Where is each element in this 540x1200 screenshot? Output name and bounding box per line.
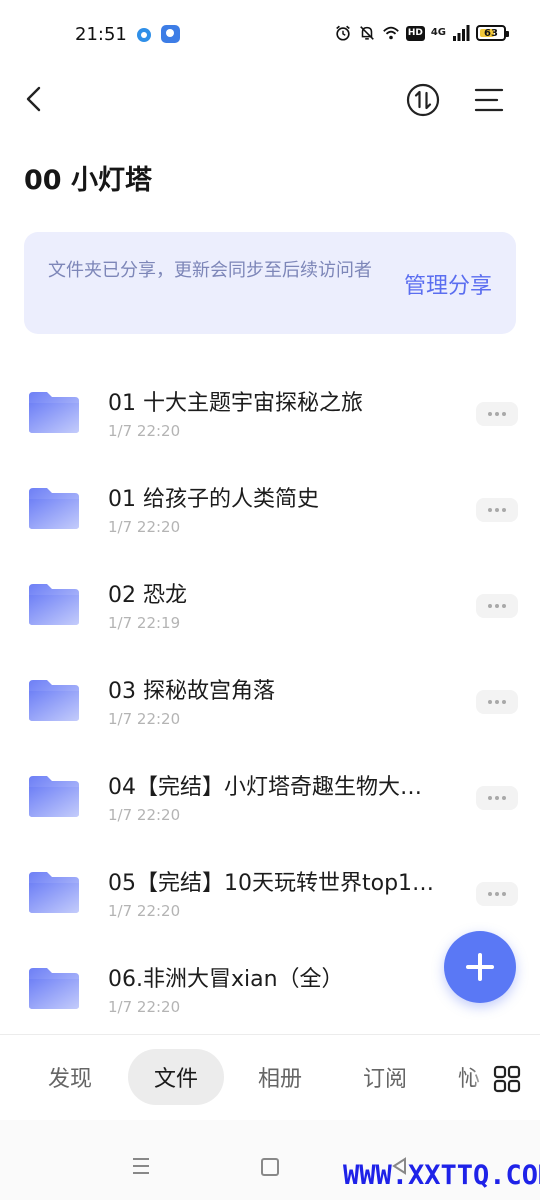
folder-name: 06.非洲大冒xian（全）: [108, 967, 344, 992]
grid-icon[interactable]: [493, 1065, 521, 1093]
alarm-icon: [335, 25, 350, 41]
more-options-button[interactable]: [476, 786, 518, 810]
folder-date: 1/7 22:20: [108, 422, 181, 440]
folder-name: 01 给孩子的人类简史: [108, 487, 319, 512]
dot-icon: [502, 508, 506, 512]
more-options-button[interactable]: [476, 882, 518, 906]
folder-date: 1/7 22:20: [108, 806, 181, 824]
dot-icon: [495, 892, 499, 896]
dot-icon: [502, 412, 506, 416]
dot-icon: [495, 796, 499, 800]
folder-name: 05【完结】10天玩转世界top1…: [108, 871, 435, 896]
dot-icon: [488, 700, 492, 704]
folder-icon: [29, 584, 79, 625]
folder-icon: [29, 488, 79, 529]
folder-row[interactable]: 03 探秘故宫角落 1/7 22:20: [0, 640, 540, 736]
tab-subscriptions[interactable]: 订阅: [343, 1049, 427, 1105]
folder-date: 1/7 22:20: [108, 710, 181, 728]
watermark: WWW.XXTTQ.COM: [343, 1160, 540, 1191]
dot-icon: [502, 604, 506, 608]
back-button[interactable]: [20, 84, 50, 114]
folder-date: 1/7 22:20: [108, 998, 181, 1016]
folder-date: 1/7 22:19: [108, 614, 181, 632]
tab-files[interactable]: 文件: [128, 1049, 224, 1105]
dot-icon: [502, 700, 506, 704]
home-icon[interactable]: [261, 1158, 279, 1176]
mute-bell-icon: [359, 26, 374, 40]
more-options-button[interactable]: [476, 402, 518, 426]
folder-name: 01 十大主题宇宙探秘之旅: [108, 391, 363, 416]
status-bar: 21:51 HD 4G 63: [0, 0, 540, 70]
dot-icon: [488, 892, 492, 896]
signal-icon: [453, 25, 470, 41]
manage-share-link[interactable]: 管理分享: [404, 268, 492, 300]
dot-icon: [488, 604, 492, 608]
more-options-button[interactable]: [476, 690, 518, 714]
folder-icon: [29, 968, 79, 1009]
share-notice-banner: 文件夹已分享，更新会同步至后续访问者 管理分享: [24, 232, 516, 334]
folder-icon: [29, 392, 79, 433]
folder-name: 04【完结】小灯塔奇趣生物大…: [108, 775, 422, 800]
page-title: 00 小灯塔: [24, 165, 152, 196]
more-options-button[interactable]: [476, 498, 518, 522]
recent-apps-icon[interactable]: [131, 1157, 151, 1175]
folder-icon: [29, 680, 79, 721]
folder-row[interactable]: 01 十大主题宇宙探秘之旅 1/7 22:20: [0, 352, 540, 448]
app-notification-icon: [137, 28, 151, 42]
cloud-app-notification-icon: [161, 25, 180, 43]
dot-icon: [502, 892, 506, 896]
folder-date: 1/7 22:20: [108, 902, 181, 920]
folder-date: 1/7 22:20: [108, 518, 181, 536]
wifi-icon: [382, 26, 399, 40]
battery-level: 63: [484, 27, 498, 39]
bottom-tab-bar: 发现 文件 相册 订阅 㤈: [0, 1034, 540, 1121]
tab-discover[interactable]: 发现: [28, 1049, 112, 1105]
folder-icon: [29, 776, 79, 817]
dot-icon: [488, 412, 492, 416]
add-button[interactable]: [444, 931, 516, 1003]
dot-icon: [495, 604, 499, 608]
dot-icon: [488, 508, 492, 512]
more-options-button[interactable]: [476, 594, 518, 618]
dot-icon: [488, 796, 492, 800]
folder-row[interactable]: 01 给孩子的人类简史 1/7 22:20: [0, 448, 540, 544]
status-time: 21:51: [75, 24, 127, 45]
folder-row[interactable]: 05【完结】10天玩转世界top1… 1/7 22:20: [0, 832, 540, 928]
hd-voice-icon: HD: [405, 25, 425, 41]
tab-fade: [472, 1035, 488, 1121]
folder-row[interactable]: 02 恐龙 1/7 22:19: [0, 544, 540, 640]
folder-name: 02 恐龙: [108, 583, 187, 608]
tab-album[interactable]: 相册: [238, 1049, 322, 1105]
folder-icon: [29, 872, 79, 913]
folder-name: 03 探秘故宫角落: [108, 679, 275, 704]
dot-icon: [495, 508, 499, 512]
folder-row[interactable]: 04【完结】小灯塔奇趣生物大… 1/7 22:20: [0, 736, 540, 832]
sort-icon[interactable]: [406, 83, 440, 117]
dot-icon: [495, 700, 499, 704]
menu-icon[interactable]: [473, 86, 505, 114]
status-icons: HD 4G 63: [334, 24, 509, 42]
network-type: 4G: [430, 27, 446, 38]
battery-icon: 63: [476, 25, 509, 41]
dot-icon: [495, 412, 499, 416]
share-notice-text: 文件夹已分享，更新会同步至后续访问者: [48, 260, 372, 281]
dot-icon: [502, 796, 506, 800]
